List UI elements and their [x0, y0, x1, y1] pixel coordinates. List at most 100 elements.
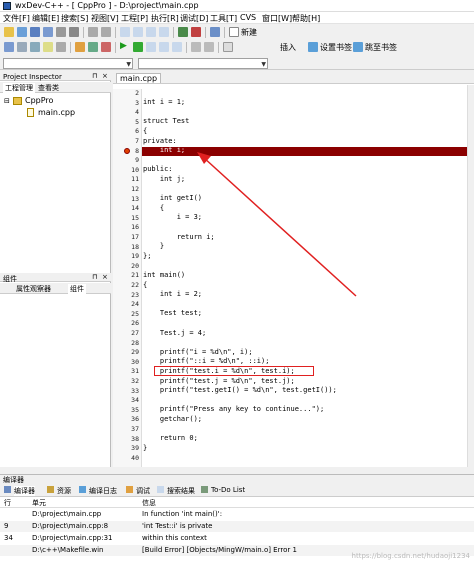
add-to-project-icon[interactable] — [178, 27, 188, 37]
compiler-tab-icon — [4, 486, 11, 493]
undo-icon[interactable] — [88, 27, 98, 37]
find-next-icon[interactable] — [146, 27, 156, 37]
toolbar-row-1: 新建 — [0, 25, 474, 39]
tree-toggle-icon[interactable]: ⊟ — [4, 97, 10, 105]
toolbar-separator — [218, 42, 219, 53]
source-file-icon — [27, 108, 34, 117]
replace-icon[interactable] — [133, 27, 143, 37]
watch-icon[interactable] — [172, 42, 182, 52]
toolbar-separator — [115, 27, 116, 38]
close-icon[interactable]: × — [102, 72, 108, 80]
run-icon[interactable] — [17, 42, 27, 52]
table-row[interactable]: 34 D:\project\main.cpp:31 within this cont… — [0, 533, 474, 544]
redo-icon[interactable] — [101, 27, 111, 37]
project-inspector-title: Project Inspector — [3, 73, 62, 81]
menu-debug[interactable]: 调试[D] — [180, 13, 208, 24]
close-icon[interactable]: × — [102, 273, 108, 281]
open-file-icon[interactable] — [17, 27, 27, 37]
menu-window[interactable]: 窗口[W] — [262, 13, 292, 24]
fullscreen-icon[interactable] — [204, 42, 214, 52]
chevron-down-icon: ▼ — [261, 61, 266, 68]
set-bookmark-icon[interactable] — [308, 42, 318, 52]
menu-cvs[interactable]: CVS — [240, 13, 256, 22]
toolbar-separator — [186, 42, 187, 53]
menu-file[interactable]: 文件[F] — [3, 13, 30, 24]
new-button-label[interactable]: 新建 — [241, 27, 257, 38]
step-over-icon[interactable] — [146, 42, 156, 52]
log-tab-icon — [79, 486, 86, 493]
rebuild-icon[interactable] — [43, 42, 53, 52]
project-folder-icon — [13, 97, 22, 105]
menu-search[interactable]: 搜索[S] — [61, 13, 88, 24]
col-header-unit[interactable]: 单元 — [32, 498, 46, 508]
tab-debug[interactable]: 调试 — [136, 486, 150, 496]
set-bookmark-label[interactable]: 设置书签 — [320, 42, 352, 53]
save-icon[interactable] — [30, 27, 40, 37]
step-into-icon[interactable] — [159, 42, 169, 52]
remove-from-project-icon[interactable] — [191, 27, 201, 37]
menu-project[interactable]: 工程[P] — [121, 13, 148, 24]
close-file-icon[interactable] — [56, 27, 66, 37]
pin-icon[interactable]: ⊓ — [92, 273, 97, 281]
save-all-icon[interactable] — [43, 27, 53, 37]
tree-project-node[interactable]: CppPro — [25, 96, 53, 105]
cell-msg: [Build Error] [Objects/MingW/main.o] Err… — [142, 546, 297, 554]
components-tabs: 属性观察器 组件 — [0, 283, 111, 294]
tab-search-results[interactable]: 搜索结果 — [167, 486, 195, 496]
menu-edit[interactable]: 编辑[E] — [32, 13, 59, 24]
tab-project[interactable]: 工程管理 — [3, 83, 35, 93]
goto-bookmark-icon[interactable] — [353, 42, 363, 52]
tab-compiler[interactable]: 编译器 — [14, 486, 35, 496]
tab-property-inspector[interactable]: 属性观察器 — [16, 284, 51, 294]
tab-todo-list[interactable]: To-Do List — [211, 486, 245, 494]
insert-icon[interactable] — [223, 42, 233, 52]
print-icon[interactable] — [69, 27, 79, 37]
code-editor[interactable]: main.cpp 2 3 4 5 6 7 8 9 10 11 12 13 14 15 16 17 18 19 20 2… — [113, 72, 474, 467]
member-combo[interactable]: ▼ — [138, 58, 268, 69]
tab-compile-log[interactable]: 编译日志 — [89, 486, 117, 496]
toolbar-separator — [205, 27, 206, 38]
continue-icon[interactable] — [133, 42, 143, 52]
cell-msg: In function 'int main()': — [142, 510, 223, 518]
toolbar-row-2: ▶ 插入 设置书签 跳至书签 — [0, 40, 474, 54]
compile-icon[interactable] — [4, 42, 14, 52]
chevron-down-icon: ▼ — [126, 61, 131, 68]
toolbar-separator — [70, 42, 71, 53]
left-panel: Project Inspector ⊓ × 工程管理 查看类 ⊟ CppPro … — [0, 72, 111, 467]
new-file-icon[interactable] — [229, 27, 239, 37]
menu-run[interactable]: 执行[R] — [151, 13, 179, 24]
tab-classes[interactable]: 查看类 — [38, 83, 59, 93]
debug-step-icon[interactable] — [88, 42, 98, 52]
play-icon[interactable]: ▶ — [120, 41, 127, 51]
cell-line: 34 — [4, 534, 13, 542]
goto-line-icon[interactable] — [159, 27, 169, 37]
toolbar-separator — [224, 27, 225, 38]
compiler-messages-table: 行 单元 信息 D:\project\main.cpp In function '… — [0, 497, 474, 562]
cell-unit: D:\c++\Makefile.win — [32, 546, 104, 554]
insert-button-label[interactable]: 插入 — [280, 42, 296, 53]
cell-msg: within this context — [142, 534, 207, 542]
resources-tab-icon — [47, 486, 54, 493]
menu-view[interactable]: 视图[V] — [91, 13, 119, 24]
debug-icon[interactable] — [75, 42, 85, 52]
stop-debug-icon[interactable] — [101, 42, 111, 52]
goto-bookmark-label[interactable]: 跳至书签 — [365, 42, 397, 53]
menu-tools[interactable]: 工具[T] — [210, 13, 237, 24]
compile-run-icon[interactable] — [30, 42, 40, 52]
table-row[interactable]: 9 D:\project\main.cpp:8 'int Test::i' is p… — [0, 521, 474, 532]
clean-icon[interactable] — [56, 42, 66, 52]
class-combo[interactable]: ▼ — [3, 58, 133, 69]
vertical-scrollbar[interactable] — [467, 85, 474, 467]
col-header-line[interactable]: 行 — [4, 498, 11, 508]
tab-resources[interactable]: 资源 — [57, 486, 71, 496]
menu-help[interactable]: 帮助[H] — [292, 13, 320, 24]
project-options-icon[interactable] — [210, 27, 220, 37]
table-row[interactable]: D:\project\main.cpp In function 'int main… — [0, 509, 474, 520]
pin-icon[interactable]: ⊓ — [92, 72, 97, 80]
col-header-message[interactable]: 信息 — [142, 498, 156, 508]
windows-icon[interactable] — [191, 42, 201, 52]
find-icon[interactable] — [120, 27, 130, 37]
tab-components[interactable]: 组件 — [68, 284, 86, 294]
tree-file-node[interactable]: main.cpp — [38, 108, 75, 117]
open-project-icon[interactable] — [4, 27, 14, 37]
